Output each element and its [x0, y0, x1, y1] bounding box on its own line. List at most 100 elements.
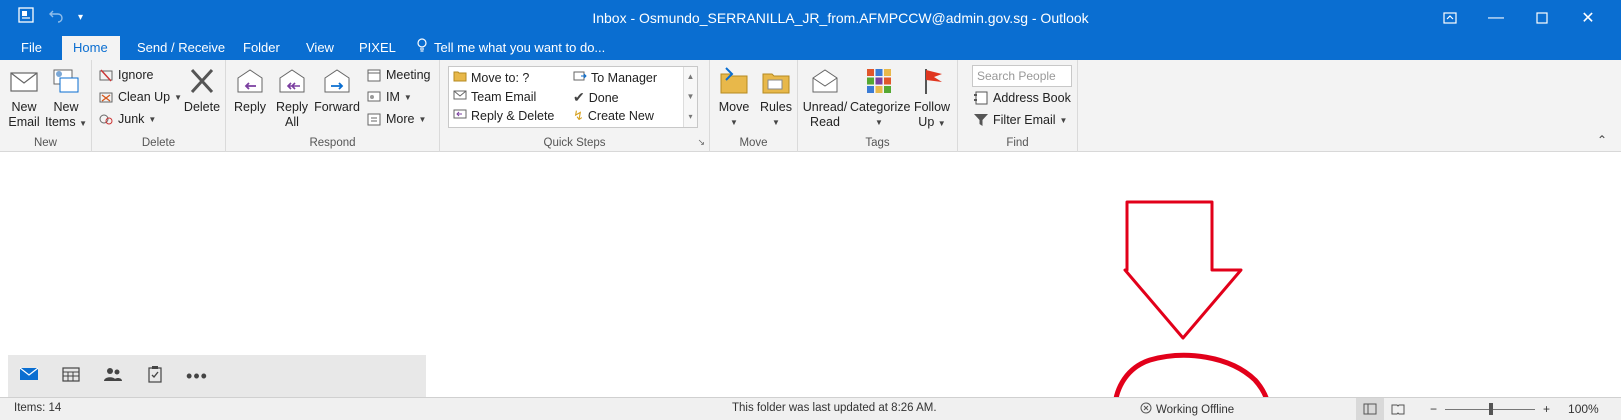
ribbon-display-options-icon[interactable]: [1427, 2, 1473, 34]
more-nav-button[interactable]: •••: [176, 355, 218, 397]
clean-up-label: Clean Up: [118, 90, 171, 104]
meeting-label: Meeting: [386, 68, 431, 82]
im-label: IM: [386, 90, 400, 104]
quick-steps-gallery: Move to: ? To Manager Team Email ✔ Done …: [448, 66, 698, 128]
group-label-move: Move: [739, 137, 768, 149]
navigation-bar: •••: [8, 355, 426, 397]
rules-button[interactable]: Rules ▼: [756, 66, 796, 130]
chevron-down-icon[interactable]: ▼: [684, 87, 697, 107]
zoom-in-icon[interactable]: +: [1543, 402, 1550, 416]
quick-step-move-to[interactable]: Move to: ?: [453, 70, 529, 85]
meeting-button[interactable]: Meeting: [366, 65, 430, 85]
rules-dropdown-icon: ▼: [772, 118, 780, 127]
quick-steps-scrollbar[interactable]: ▲ ▼ ▾: [683, 67, 697, 127]
junk-button[interactable]: Junk ▼: [98, 109, 156, 129]
quick-step-team-email[interactable]: Team Email: [453, 89, 536, 104]
tell-me-text: Tell me what you want to do...: [434, 40, 606, 55]
item-count: Items: 14: [14, 402, 62, 414]
quick-step-label: Reply & Delete: [471, 108, 555, 123]
follow-up-button[interactable]: Follow Up ▼: [910, 66, 954, 131]
address-book-icon: [973, 90, 989, 106]
maximize-icon[interactable]: [1519, 2, 1565, 34]
envelope-icon: [453, 89, 467, 104]
minimize-icon[interactable]: —: [1473, 2, 1519, 34]
zoom-slider-thumb[interactable]: [1489, 402, 1494, 415]
red-down-arrow: [1123, 200, 1243, 340]
tell-me-box[interactable]: Tell me what you want to do...: [404, 36, 617, 60]
quick-step-label: Move to: ?: [471, 70, 530, 85]
collapse-ribbon-icon[interactable]: ⌃: [1597, 133, 1607, 147]
tab-send-receive[interactable]: Send / Receive: [125, 36, 237, 60]
tab-home[interactable]: Home: [62, 36, 120, 60]
new-email-label-1: New: [11, 100, 37, 114]
working-offline-status[interactable]: Working Offline: [1140, 402, 1234, 417]
junk-icon: [98, 111, 114, 127]
close-icon[interactable]: ✕: [1565, 2, 1611, 34]
move-button[interactable]: Move ▼: [714, 66, 754, 130]
mail-nav-button[interactable]: [8, 355, 50, 397]
chevron-up-icon[interactable]: ▲: [684, 67, 697, 87]
categorize-label: Categorize: [850, 100, 911, 114]
categorize-button[interactable]: Categorize ▼: [850, 66, 911, 130]
reading-view-icon[interactable]: [1384, 398, 1412, 420]
quick-steps-launcher-icon[interactable]: ↘: [697, 137, 705, 148]
quick-step-reply-delete[interactable]: Reply & Delete: [453, 108, 554, 123]
more-icon[interactable]: ▾: [684, 107, 697, 127]
move-label: Move: [718, 100, 750, 114]
offline-icon: [1140, 402, 1152, 417]
group-label-new: New: [33, 137, 57, 149]
address-book-button[interactable]: Address Book: [973, 88, 1071, 108]
zoom-level[interactable]: 100%: [1568, 402, 1599, 416]
filter-icon: [973, 112, 989, 128]
search-people-input[interactable]: Search People: [972, 65, 1072, 87]
tasks-nav-button[interactable]: [134, 355, 176, 397]
move-folder-icon: [718, 66, 750, 96]
forward-button[interactable]: Forward: [314, 66, 360, 115]
reply-icon: [234, 66, 266, 96]
mail-icon: [19, 366, 39, 387]
group-new: New Email New Items ▼ New: [0, 60, 92, 152]
people-icon: [103, 366, 123, 387]
normal-view-icon[interactable]: [1356, 398, 1384, 420]
more-respond-icon: [366, 111, 382, 127]
im-button[interactable]: IM ▼: [366, 87, 412, 107]
outlook-window: ▾ Inbox - Osmundo_SERRANILLA_JR_from.AFM…: [0, 0, 1621, 420]
new-items-button[interactable]: New Items ▼: [44, 66, 88, 131]
group-label-respond: Respond: [309, 137, 356, 149]
reply-all-button[interactable]: Reply All: [272, 66, 312, 130]
clean-up-button[interactable]: Clean Up ▼: [98, 87, 182, 107]
forward-arrow-icon: [573, 70, 587, 85]
reply-button[interactable]: Reply: [230, 66, 270, 115]
reply-label: Reply: [234, 100, 266, 114]
more-respond-button[interactable]: More ▼: [366, 109, 426, 129]
new-items-label-2: Items ▼: [45, 115, 87, 129]
quick-step-to-manager[interactable]: To Manager: [573, 70, 657, 85]
quick-step-create-new[interactable]: ↯ Create New: [573, 108, 654, 124]
move-dropdown-icon: ▼: [730, 118, 738, 127]
quick-step-done[interactable]: ✔ Done: [573, 89, 619, 106]
people-nav-button[interactable]: [92, 355, 134, 397]
categorize-dropdown-icon: ▼: [875, 118, 883, 127]
im-icon: [366, 89, 382, 105]
tab-folder[interactable]: Folder: [231, 36, 292, 60]
tab-file[interactable]: File: [9, 36, 54, 60]
tab-view[interactable]: View: [294, 36, 346, 60]
quick-step-label: Done: [588, 90, 619, 105]
meeting-icon: [366, 67, 382, 83]
tab-pixel[interactable]: PIXEL: [347, 36, 408, 60]
rules-label: Rules: [760, 100, 792, 114]
folder-icon: [453, 70, 467, 85]
quick-step-label: Create New: [587, 109, 654, 123]
unread-read-icon: [809, 66, 841, 96]
ignore-button[interactable]: Ignore: [98, 65, 153, 85]
unread-read-button[interactable]: Unread/ Read: [802, 66, 848, 130]
zoom-slider[interactable]: [1445, 402, 1536, 415]
zoom-out-icon[interactable]: −: [1430, 402, 1437, 416]
new-email-button[interactable]: New Email: [4, 66, 44, 130]
quick-step-label: Team Email: [471, 89, 537, 104]
calendar-nav-button[interactable]: [50, 355, 92, 397]
filter-email-button[interactable]: Filter Email ▼: [973, 110, 1067, 130]
view-switcher: [1356, 398, 1412, 420]
group-label-find: Find: [1006, 137, 1029, 149]
delete-button[interactable]: Delete: [182, 66, 222, 115]
